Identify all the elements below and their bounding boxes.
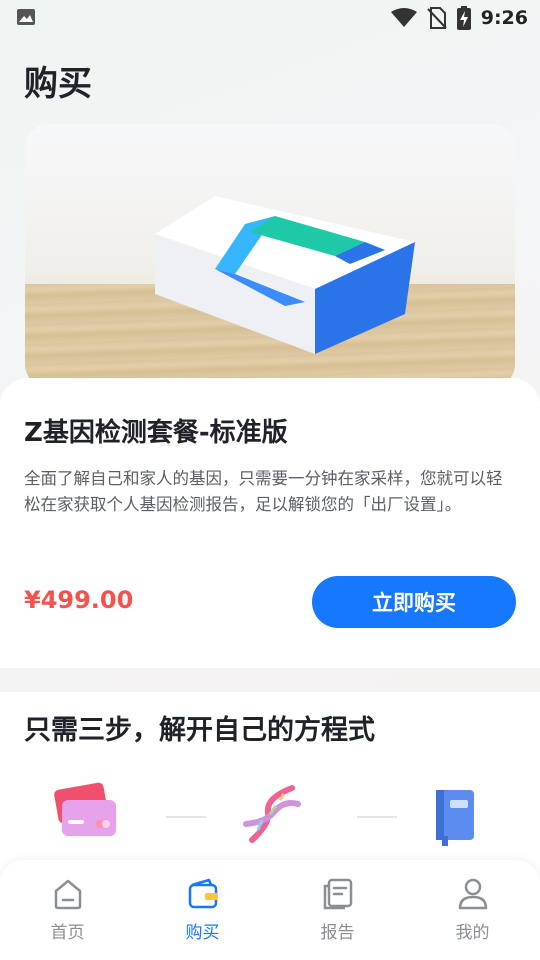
steps-title: 只需三步，解开自己的方程式	[24, 715, 375, 746]
product-image	[25, 124, 515, 388]
product-price: ¥499.00	[24, 586, 134, 614]
wifi-icon	[390, 8, 417, 27]
tab-label: 报告	[320, 923, 355, 943]
step-connector	[357, 816, 397, 818]
wallet-icon	[188, 878, 218, 909]
tab-label: 我的	[455, 923, 490, 943]
tab-label: 首页	[50, 923, 85, 943]
tab-buy[interactable]: 购买	[135, 860, 270, 960]
tab-home[interactable]: 首页	[0, 860, 135, 960]
tab-report[interactable]: 报告	[270, 860, 405, 960]
no-sim-icon	[427, 7, 447, 29]
home-icon	[54, 879, 81, 910]
report-icon	[323, 878, 352, 910]
status-bar: 9:26	[0, 0, 540, 36]
image-notification-icon	[17, 9, 35, 25]
buy-now-button[interactable]: 立即购买	[312, 576, 516, 628]
dna-icon	[243, 785, 301, 843]
product-name: Z基因检测套餐-标准版	[24, 418, 288, 448]
status-time: 9:26	[480, 7, 528, 29]
tab-profile[interactable]: 我的	[405, 860, 540, 960]
battery-charging-icon	[456, 6, 471, 30]
report-book-icon	[436, 790, 474, 846]
page-title: 购买	[24, 64, 92, 104]
tab-label: 购买	[185, 923, 220, 943]
product-box-image	[155, 196, 415, 354]
step-connector	[166, 816, 206, 818]
payment-card-icon	[54, 782, 116, 836]
profile-icon	[458, 878, 487, 910]
bottom-tab-bar: 首页 购买 报告 我的	[0, 860, 540, 960]
product-description: 全面了解自己和家人的基因，只需要一分钟在家采样，您就可以轻松在家获取个人基因检测…	[24, 469, 503, 514]
product-info-card: Z基因检测套餐-标准版 全面了解自己和家人的基因，只需要一分钟在家采样，您就可以…	[0, 378, 540, 668]
